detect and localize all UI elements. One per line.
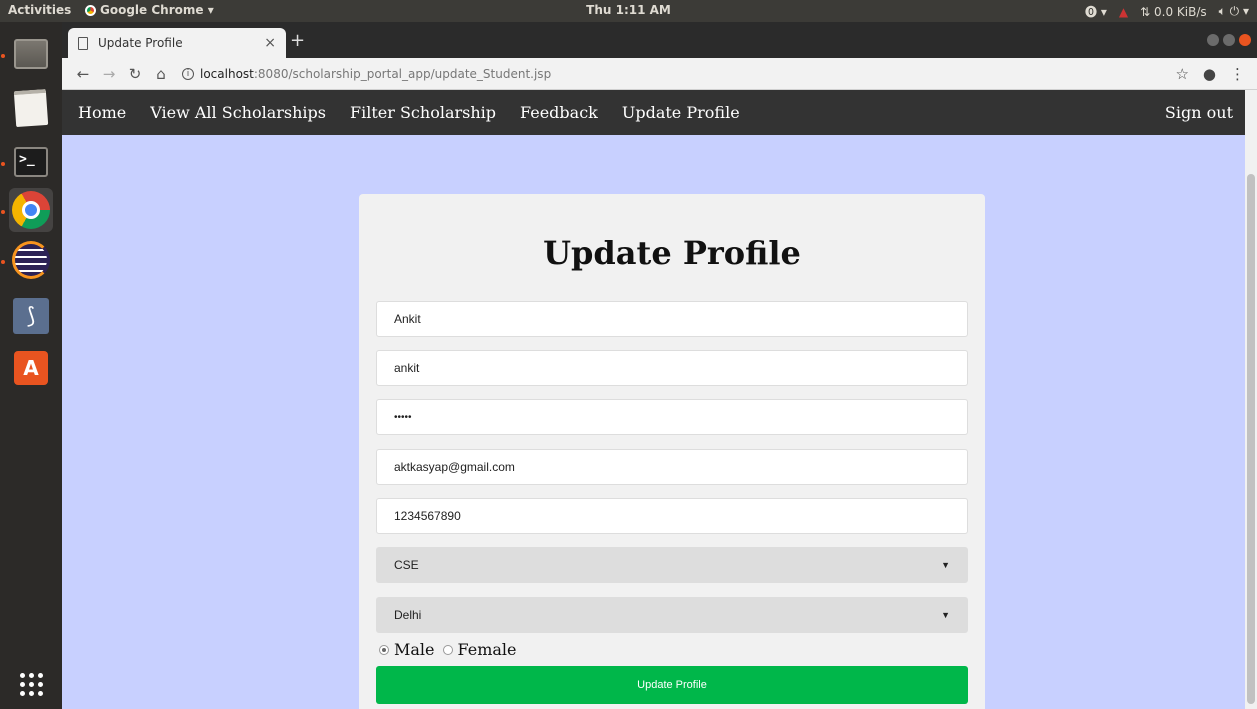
- running-indicator: [1, 54, 5, 58]
- eclipse-launcher[interactable]: [9, 238, 53, 282]
- page-icon: [78, 36, 88, 50]
- show-applications-button[interactable]: [9, 662, 53, 706]
- back-arrow-icon[interactable]: ←: [70, 65, 96, 83]
- nav-filter-scholarship[interactable]: Filter Scholarship: [338, 103, 508, 122]
- tab-title: Update Profile: [98, 36, 183, 50]
- window-controls: [1207, 34, 1251, 46]
- phone-value: 1234567890: [394, 509, 461, 523]
- nav-sign-out[interactable]: Sign out: [1153, 103, 1245, 122]
- network-arrows-icon: ⇅: [1140, 4, 1151, 19]
- city-select[interactable]: Delhi ▼: [376, 597, 968, 633]
- menu-kebab-icon[interactable]: ⋮: [1230, 65, 1245, 83]
- new-tab-button[interactable]: +: [290, 30, 305, 51]
- scrollbar-thumb[interactable]: [1247, 174, 1255, 704]
- tab-update-profile[interactable]: Update Profile ×: [68, 28, 286, 58]
- clock[interactable]: Thu 1:11 AM: [0, 3, 1257, 17]
- warning-icon[interactable]: ▲: [1119, 5, 1128, 19]
- home-icon[interactable]: ⌂: [148, 65, 174, 83]
- gender-female-radio[interactable]: [442, 644, 453, 655]
- software-bag-icon: A: [14, 351, 48, 385]
- forward-arrow-icon[interactable]: →: [96, 65, 122, 83]
- running-indicator: [1, 162, 5, 166]
- volume-icon[interactable]: 🔈︎ ⏻ ▾: [1219, 4, 1249, 19]
- name-value: Ankit: [394, 312, 421, 326]
- software-center-launcher[interactable]: A: [9, 346, 53, 390]
- form-title: Update Profile: [543, 234, 801, 272]
- branch-value: CSE: [394, 558, 419, 572]
- nav-update-profile[interactable]: Update Profile: [610, 103, 752, 122]
- tab-strip: Update Profile × +: [62, 22, 1257, 58]
- terminal-icon: >_: [14, 147, 48, 177]
- nav-home[interactable]: Home: [66, 103, 138, 122]
- dock: >_ ⟆ A: [0, 22, 62, 709]
- email-value: aktkasyap@gmail.com: [394, 460, 515, 474]
- update-profile-button[interactable]: Update Profile: [376, 666, 968, 704]
- eclipse-icon: [12, 241, 50, 279]
- url-host: localhost: [200, 66, 254, 81]
- files-launcher[interactable]: [9, 32, 53, 76]
- terminal-launcher[interactable]: >_: [9, 140, 53, 184]
- phone-field[interactable]: 1234567890: [376, 498, 968, 534]
- password-value: •••••: [394, 411, 412, 423]
- username-value: ankit: [394, 361, 420, 375]
- chrome-launcher[interactable]: [9, 188, 53, 232]
- dropdown-caret-icon: ▼: [941, 560, 950, 570]
- close-tab-icon[interactable]: ×: [264, 35, 276, 51]
- web-page: Home View All Scholarships Filter Schola…: [62, 90, 1245, 709]
- password-field[interactable]: •••••: [376, 399, 968, 435]
- info-icon[interactable]: i: [182, 67, 194, 80]
- username-field[interactable]: ankit: [376, 350, 968, 386]
- email-field[interactable]: aktkasyap@gmail.com: [376, 449, 968, 485]
- city-value: Delhi: [394, 608, 422, 622]
- gender-radio-group: Male Female: [379, 640, 517, 659]
- accessibility-icon[interactable]: ⓿ ▾: [1085, 3, 1107, 20]
- toolbar: ← → ↻ ⌂ i localhost:8080/scholarship_por…: [62, 58, 1257, 90]
- text-editor-icon: [13, 88, 49, 128]
- running-indicator: [1, 210, 5, 214]
- dropdown-caret-icon: ▼: [941, 610, 950, 620]
- network-speed: ⇅ 0.0 KiB/s: [1140, 5, 1207, 19]
- app-grid-icon: [19, 672, 43, 696]
- network-speed-value: 0.0 KiB/s: [1154, 4, 1207, 19]
- branch-select[interactable]: CSE ▼: [376, 547, 968, 583]
- name-field[interactable]: Ankit: [376, 301, 968, 337]
- text-editor-launcher[interactable]: [9, 86, 53, 130]
- profile-icon[interactable]: ●: [1203, 65, 1216, 83]
- system-tray[interactable]: ⓿ ▾ ▲ ⇅ 0.0 KiB/s 🔈︎ ⏻ ▾: [1085, 3, 1249, 20]
- url-path: :8080/scholarship_portal_app/update_Stud…: [253, 66, 552, 81]
- gender-female-label: Female: [457, 640, 517, 659]
- close-window-button[interactable]: [1239, 34, 1251, 46]
- reload-icon[interactable]: ↻: [122, 65, 148, 83]
- gender-male-label: Male: [394, 640, 435, 659]
- address-bar[interactable]: i localhost:8080/scholarship_portal_app/…: [182, 67, 1175, 81]
- page-scrollbar[interactable]: [1245, 90, 1257, 709]
- gender-male-radio[interactable]: [379, 644, 389, 655]
- file-cabinet-icon: [14, 39, 48, 69]
- mysql-workbench-launcher[interactable]: ⟆: [9, 294, 53, 338]
- system-top-bar: Activities Google Chrome ▾ Thu 1:11 AM ⓿…: [0, 0, 1257, 22]
- minimize-button[interactable]: [1207, 34, 1219, 46]
- chrome-window: Update Profile × + ← → ↻ ⌂ i localhost:8…: [62, 22, 1257, 709]
- bookmark-star-icon[interactable]: ☆: [1175, 65, 1188, 83]
- chrome-icon: [12, 191, 50, 229]
- nav-view-all-scholarships[interactable]: View All Scholarships: [138, 103, 338, 122]
- site-navbar: Home View All Scholarships Filter Schola…: [62, 90, 1245, 135]
- dolphin-icon: ⟆: [13, 298, 49, 334]
- update-profile-card: Update Profile Ankit ankit ••••• aktkasy…: [359, 194, 985, 709]
- nav-feedback[interactable]: Feedback: [508, 103, 610, 122]
- maximize-button[interactable]: [1223, 34, 1235, 46]
- running-indicator: [1, 260, 5, 264]
